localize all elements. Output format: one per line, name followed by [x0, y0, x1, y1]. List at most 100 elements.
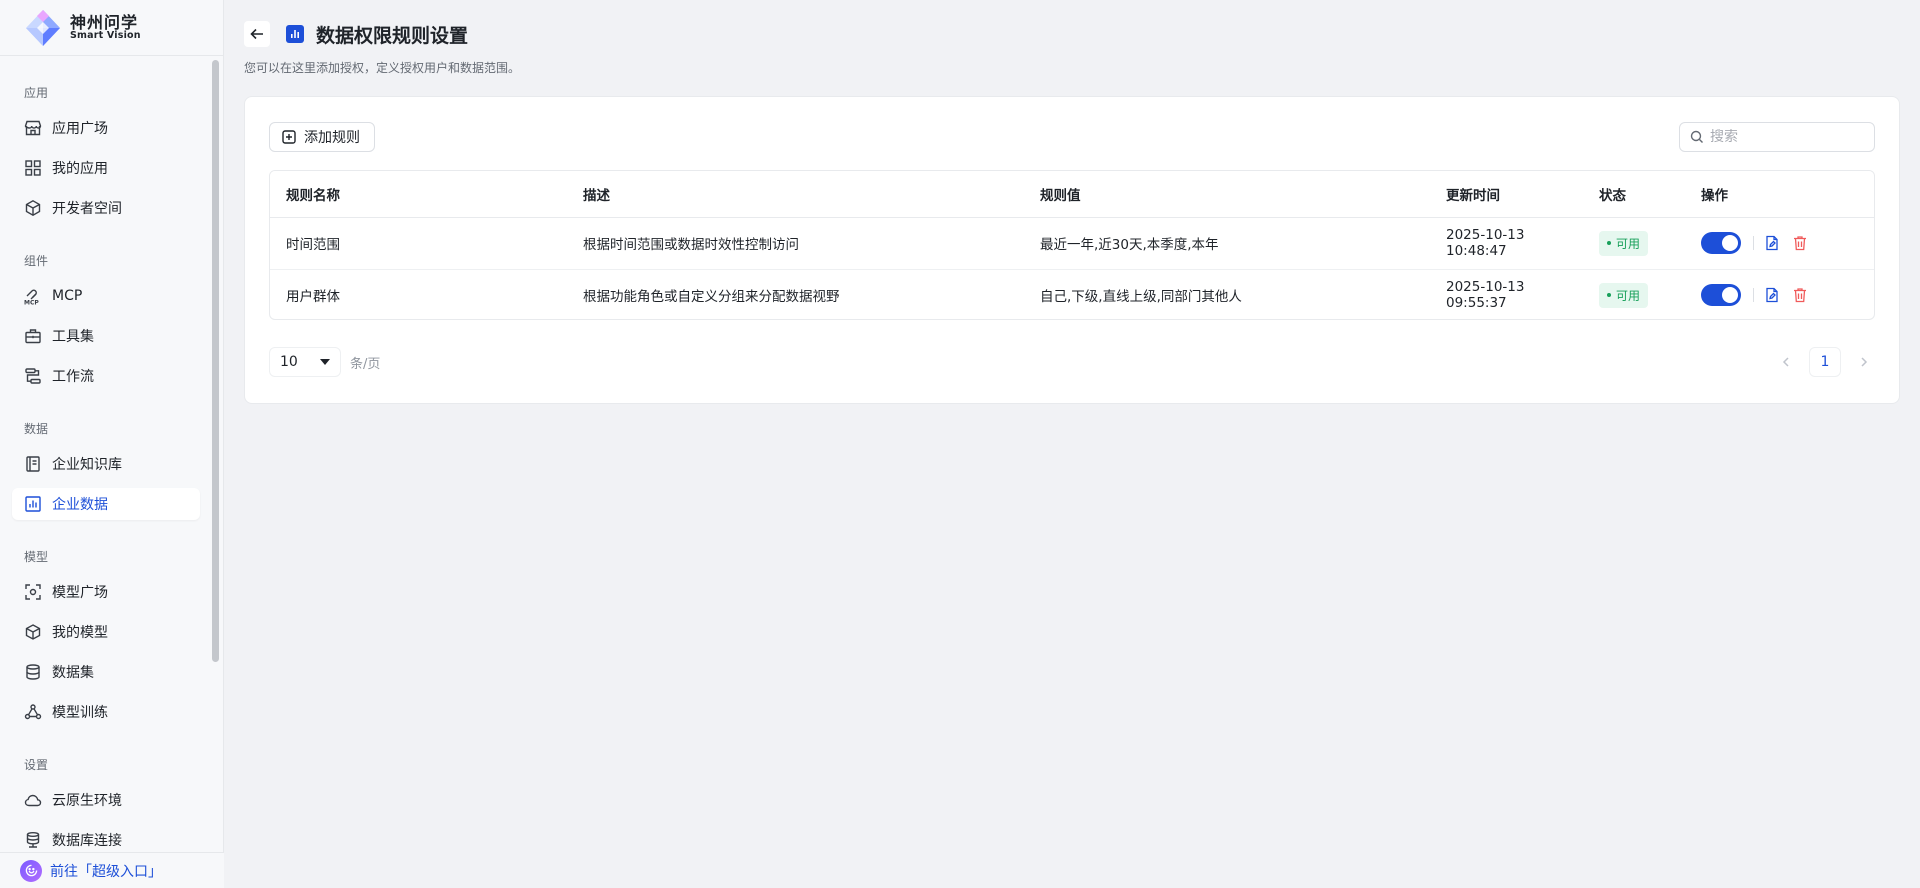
- action-divider: [1753, 236, 1754, 250]
- column-header-desc: 描述: [567, 171, 1024, 218]
- edit-icon[interactable]: [1764, 235, 1780, 251]
- sidebar-item-label: MCP: [52, 288, 83, 304]
- column-header-actions: 操作: [1685, 171, 1874, 218]
- cell-actions: [1685, 217, 1874, 270]
- mcp-icon: MCP: [24, 287, 42, 305]
- status-dot: [1607, 241, 1611, 245]
- add-rule-button[interactable]: 添加规则: [269, 122, 375, 152]
- super-entry-link[interactable]: 前往「超级入口」: [0, 852, 224, 888]
- training-icon: [24, 703, 42, 721]
- sidebar-item-workflow[interactable]: 工作流: [12, 360, 200, 392]
- sidebar-item-label: 企业知识库: [52, 457, 122, 473]
- cell-status: 可用: [1583, 217, 1685, 270]
- sidebar-item-enterprise-data[interactable]: 企业数据: [12, 488, 200, 520]
- brand-logo-icon: [26, 10, 60, 46]
- grid-icon: [24, 159, 42, 177]
- delete-icon[interactable]: [1792, 235, 1808, 251]
- status-badge: 可用: [1599, 230, 1649, 256]
- table-row: 用户群体 根据功能角色或自定义分组来分配数据视野 自己,下级,直线上级,同部门其…: [270, 269, 1874, 319]
- chevron-left-icon: [1782, 357, 1789, 367]
- rules-table: 规则名称 描述 规则值 更新时间 状态 操作 时间范围 根据时间范围或数据时效性…: [269, 170, 1875, 320]
- sidebar-item-model-training[interactable]: 模型训练: [12, 696, 200, 728]
- nav-group-title-components: 组件: [24, 254, 49, 268]
- sidebar-item-knowledge-base[interactable]: 企业知识库: [12, 448, 200, 480]
- book-icon: [24, 455, 42, 473]
- pagination: 1: [1775, 347, 1875, 377]
- box-icon: [24, 623, 42, 641]
- brand-subname: Smart Vision: [70, 30, 141, 42]
- sidebar-item-app-plaza[interactable]: 应用广场: [12, 112, 200, 144]
- rules-card: 添加规则 规则名称 描述 规则值 更新时间 状态 操作: [244, 96, 1900, 404]
- back-button[interactable]: [244, 21, 270, 47]
- super-entry-icon: [20, 859, 42, 882]
- page-number-button[interactable]: 1: [1809, 347, 1841, 377]
- sidebar-item-label: 应用广场: [52, 121, 108, 137]
- column-header-status: 状态: [1583, 171, 1685, 218]
- brand-logo[interactable]: 神州问学 Smart Vision: [22, 8, 141, 48]
- enable-toggle[interactable]: [1701, 284, 1741, 307]
- cloud-icon: [24, 791, 42, 809]
- sidebar-item-label: 工作流: [52, 369, 94, 385]
- page-subtitle: 您可以在这里添加授权，定义授权用户和数据范围。: [244, 61, 521, 75]
- search-icon: [1690, 130, 1703, 143]
- status-label: 可用: [1616, 236, 1641, 251]
- store-icon: [24, 119, 42, 137]
- sidebar-item-label: 开发者空间: [52, 201, 122, 217]
- sidebar-item-db-connection[interactable]: 数据库连接: [12, 824, 200, 852]
- nav-group-title-apps: 应用: [24, 86, 49, 100]
- page-size-unit: 条/页: [350, 357, 381, 372]
- chevron-right-icon: [1861, 357, 1868, 367]
- cell-rule-value: 自己,下级,直线上级,同部门其他人: [1040, 289, 1242, 306]
- cube-network-icon: [24, 199, 42, 217]
- cell-rule-value: 最近一年,近30天,本季度,本年: [1024, 217, 1430, 270]
- page-size-value: 10: [280, 354, 298, 370]
- nav-scroll-area: 应用 应用广场 我的应用 开发者空间 组件 MCP MCP 工具集 工作流 数据…: [0, 56, 210, 852]
- sidebar: 神州问学 Smart Vision 应用 应用广场 我的应用 开发者空间 组件: [0, 0, 224, 888]
- search-input[interactable]: [1710, 129, 1860, 145]
- sidebar-item-cloud-native[interactable]: 云原生环境: [12, 784, 200, 816]
- sidebar-item-developer-space[interactable]: 开发者空间: [12, 192, 200, 224]
- brand-name: 神州问学: [70, 12, 139, 32]
- sidebar-item-label: 模型训练: [52, 705, 108, 721]
- sidebar-item-my-models[interactable]: 我的模型: [12, 616, 200, 648]
- sidebar-item-toolset[interactable]: 工具集: [12, 320, 200, 352]
- workflow-icon: [24, 367, 42, 385]
- cell-rule-name: 用户群体: [286, 289, 340, 306]
- sidebar-item-label: 企业数据: [52, 497, 108, 513]
- super-entry-label: 前往「超级入口」: [50, 863, 162, 880]
- sidebar-item-label: 模型广场: [52, 585, 108, 601]
- search-box[interactable]: [1679, 122, 1875, 152]
- cell-status: 可用: [1583, 269, 1685, 319]
- sidebar-item-label: 我的应用: [52, 161, 108, 177]
- bar-chart-icon: [24, 495, 42, 513]
- status-badge: 可用: [1599, 282, 1649, 308]
- plus-square-icon: [282, 130, 296, 144]
- toolbox-icon: [24, 327, 42, 345]
- table-row: 时间范围 根据时间范围或数据时效性控制访问 最近一年,近30天,本季度,本年 2…: [270, 217, 1874, 270]
- sidebar-scrollbar-thumb[interactable]: [212, 60, 219, 662]
- scan-icon: [24, 583, 42, 601]
- cell-rule-desc: 根据功能角色或自定义分组来分配数据视野: [583, 289, 840, 306]
- sidebar-item-label: 数据库连接: [52, 833, 122, 849]
- caret-down-icon: [320, 359, 330, 365]
- next-page-button[interactable]: [1853, 347, 1875, 377]
- edit-icon[interactable]: [1764, 287, 1780, 303]
- sidebar-item-my-apps[interactable]: 我的应用: [12, 152, 200, 184]
- status-label: 可用: [1616, 288, 1641, 303]
- enable-toggle[interactable]: [1701, 232, 1741, 254]
- cell-updated-time: 2025-10-13 10:48:47: [1430, 217, 1583, 270]
- sidebar-item-mcp[interactable]: MCP MCP: [12, 280, 200, 312]
- db-link-icon: [24, 831, 42, 849]
- prev-page-button[interactable]: [1775, 347, 1797, 377]
- sidebar-item-model-plaza[interactable]: 模型广场: [12, 576, 200, 608]
- sidebar-item-datasets[interactable]: 数据集: [12, 656, 200, 688]
- cell-rule-desc: 根据时间范围或数据时效性控制访问: [567, 217, 1024, 270]
- delete-icon[interactable]: [1792, 287, 1808, 303]
- cell-rule-name: 时间范围: [270, 217, 567, 270]
- page-size-select[interactable]: 10: [269, 347, 341, 377]
- action-divider: [1753, 288, 1754, 303]
- column-header-name: 规则名称: [270, 171, 567, 218]
- arrow-left-icon: [250, 28, 263, 40]
- sidebar-item-label: 数据集: [52, 665, 94, 681]
- add-rule-label: 添加规则: [304, 129, 360, 145]
